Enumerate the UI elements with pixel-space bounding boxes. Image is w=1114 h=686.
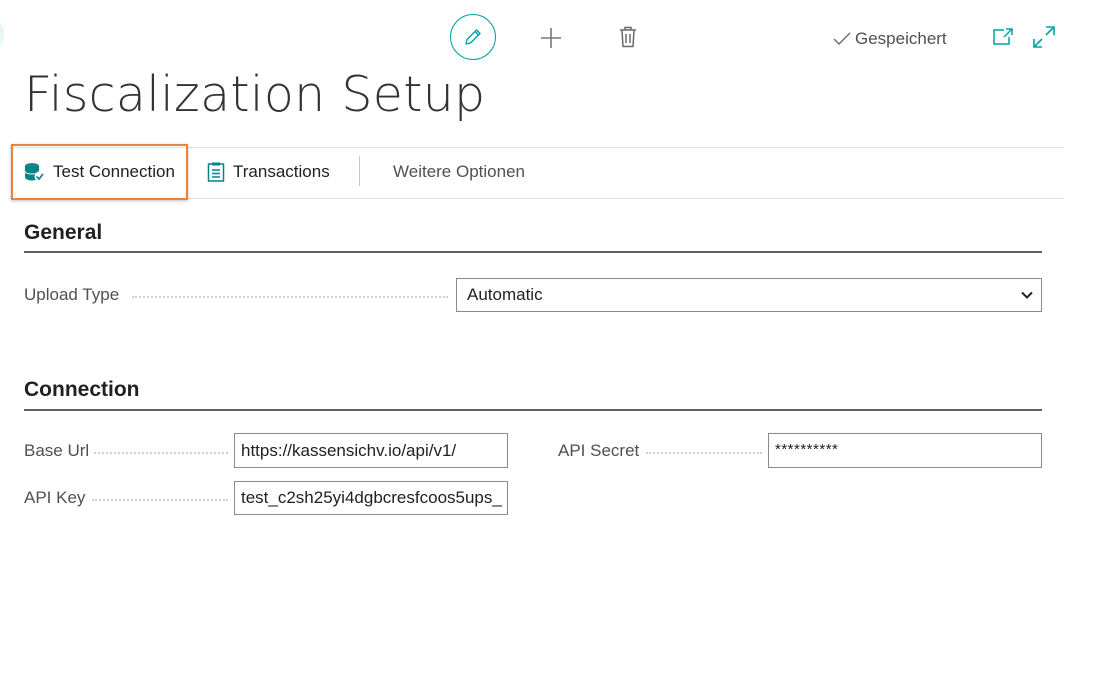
new-button[interactable] (539, 26, 563, 50)
api-key-field[interactable]: test_c2sh25yi4dgbcresfcoos5ups_ (234, 481, 508, 515)
connection-section-title: Connection (24, 378, 140, 401)
highlight-frame (11, 144, 188, 200)
open-new-window-icon (993, 28, 1013, 45)
side-panel-edge (0, 20, 4, 48)
trash-icon (620, 26, 636, 48)
more-options-label: Weitere Optionen (393, 162, 525, 181)
api-secret-field[interactable]: ********** (768, 433, 1042, 468)
api-key-label: API Key (24, 488, 86, 507)
upload-type-value: Automatic (467, 285, 543, 304)
edit-pencil-icon (465, 29, 481, 45)
connection-section-rule (24, 409, 1042, 411)
edit-button[interactable] (450, 14, 496, 60)
saved-label: Gespeichert (855, 29, 947, 48)
more-options-action[interactable]: Weitere Optionen (393, 147, 525, 197)
leader-dots (132, 296, 448, 298)
upload-type-label: Upload Type (24, 285, 120, 304)
document-list-icon (207, 162, 225, 182)
expand-button[interactable] (1032, 25, 1056, 49)
base-url-field[interactable]: https://kassensichv.io/api/v1/ (234, 433, 508, 468)
checkmark-icon (833, 32, 851, 45)
general-section-title: General (24, 221, 103, 244)
general-section-rule (24, 251, 1042, 253)
api-secret-value: ********** (775, 441, 839, 458)
transactions-label: Transactions (233, 162, 330, 181)
leader-dots (94, 452, 228, 454)
base-url-value: https://kassensichv.io/api/v1/ (241, 440, 457, 460)
api-secret-label: API Secret (558, 441, 640, 460)
expand-icon (1033, 26, 1055, 48)
upload-type-select[interactable]: Automatic (456, 278, 1042, 312)
base-url-label: Base Url (24, 441, 90, 460)
action-separator (359, 156, 360, 186)
saved-status: Gespeichert (833, 28, 947, 50)
page-title: Fiscalization Setup (24, 66, 486, 123)
delete-button[interactable] (617, 25, 639, 49)
transactions-action[interactable]: Transactions (207, 147, 330, 197)
open-in-new-window-button[interactable] (992, 27, 1014, 47)
chevron-down-icon (1021, 291, 1033, 299)
leader-dots (646, 452, 762, 454)
plus-icon (541, 28, 561, 48)
api-key-value: test_c2sh25yi4dgbcresfcoos5ups_ (241, 488, 502, 507)
leader-dots (92, 499, 228, 501)
